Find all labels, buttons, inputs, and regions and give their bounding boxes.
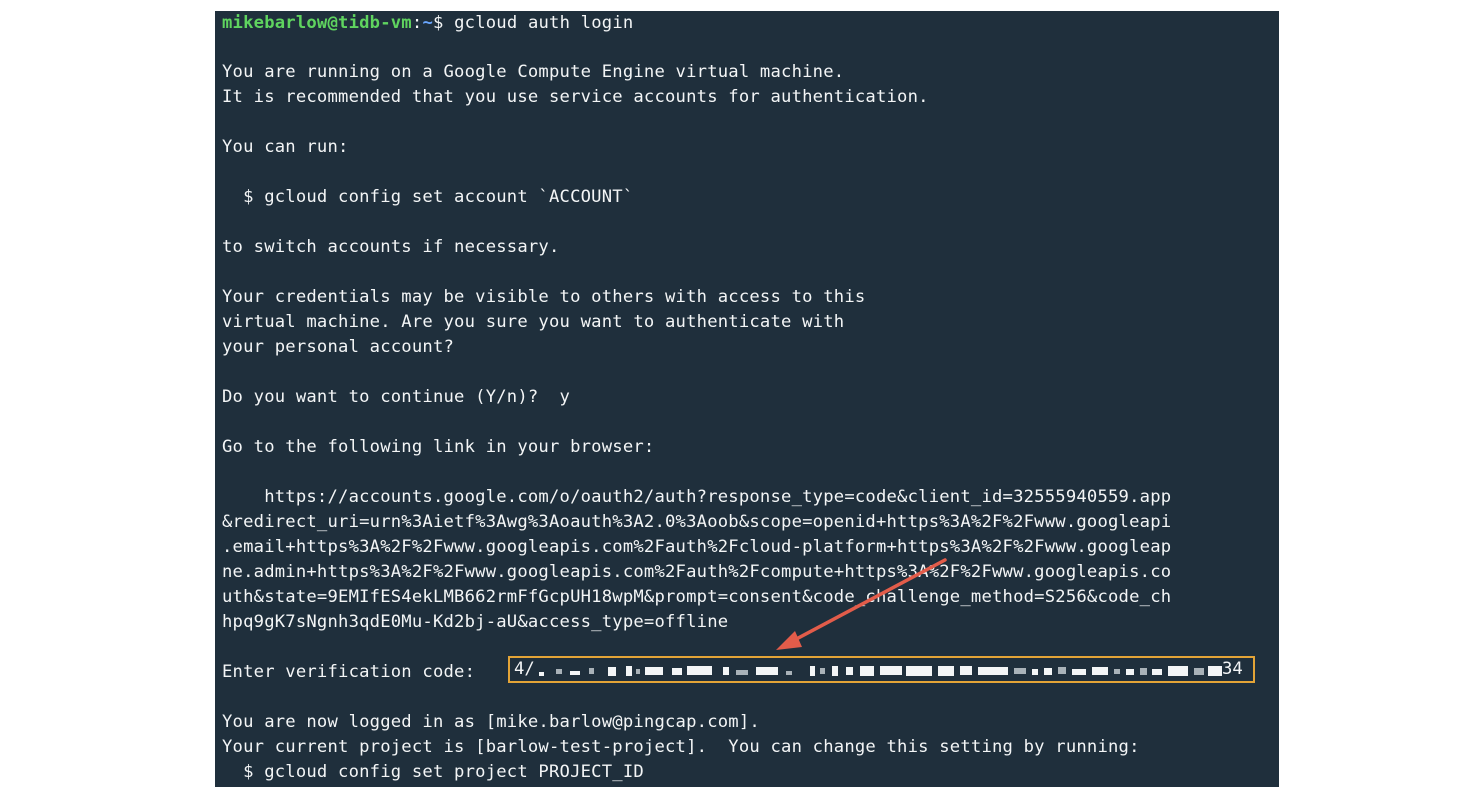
annotation-arrow-icon	[776, 558, 947, 650]
terminal-window[interactable]: mikebarlow@tidb-vm:~$ gcloud auth login …	[215, 11, 1279, 787]
